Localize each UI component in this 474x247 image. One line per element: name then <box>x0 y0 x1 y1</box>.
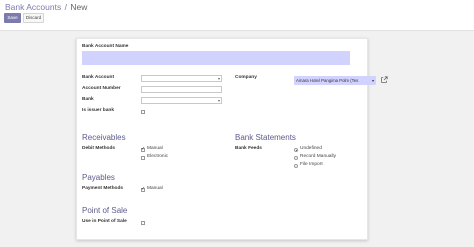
breadcrumb-separator: / <box>64 2 67 12</box>
receivables-title: Receivables <box>82 133 126 142</box>
bank-account-name-label: Bank Account Name <box>82 44 129 49</box>
bank-account-name-input[interactable] <box>82 51 350 65</box>
bank-feed-file-import-radio[interactable] <box>294 164 298 168</box>
payment-method-manual-label: Manual <box>147 186 163 191</box>
header-divider <box>0 30 474 31</box>
bank-statements-title: Bank Statements <box>235 133 296 142</box>
is-issuer-bank-checkbox[interactable] <box>141 110 145 114</box>
debit-method-electronic-checkbox[interactable] <box>141 156 145 160</box>
chevron-down-icon: ▾ <box>371 78 374 83</box>
debit-method-manual-label: Manual <box>147 146 163 151</box>
bank-feed-record-manually-label: Record Manually <box>300 154 336 159</box>
bank-label: Bank <box>82 97 94 102</box>
bank-select[interactable]: ▾ <box>141 97 222 104</box>
account-label: Bank Account <box>82 75 115 80</box>
bank-feed-file-import-label: File Import <box>300 162 323 167</box>
payment-method-manual-checkbox[interactable] <box>141 186 145 192</box>
chevron-down-icon: ▾ <box>217 76 220 81</box>
account-number-label: Account Number <box>82 86 121 91</box>
bank-feed-record-manually-radio[interactable] <box>294 156 298 160</box>
debit-method-manual-checkbox[interactable] <box>141 146 145 152</box>
bank-feed-undefined-radio[interactable] <box>294 148 298 152</box>
external-link-icon[interactable] <box>380 76 388 84</box>
bank-feed-undefined-label: Undefined <box>300 146 322 151</box>
debit-method-electronic-label: Electronic <box>147 154 169 159</box>
point-of-sale-title: Point of Sale <box>82 206 128 215</box>
breadcrumb-current: New <box>70 2 88 12</box>
company-value: Amara Hotel Pangima Polm (Tes <box>296 78 359 83</box>
chevron-down-icon: ▾ <box>217 98 220 103</box>
breadcrumb: Bank Accounts / New <box>5 2 87 12</box>
use-in-pos-checkbox[interactable] <box>141 221 145 225</box>
is-issuer-bank-label: Is issuer bank <box>82 108 114 113</box>
account-number-input[interactable] <box>141 86 222 93</box>
bank-feeds-label: Bank Feeds <box>235 146 262 151</box>
company-select[interactable]: Amara Hotel Pangima Polm (Tes ▾ <box>294 76 376 85</box>
payables-title: Payables <box>82 173 115 182</box>
company-label: Company <box>235 75 257 80</box>
use-in-pos-label: Use in Point of Sale <box>82 219 127 224</box>
payment-methods-label: Payment Methods <box>82 186 124 191</box>
account-select[interactable]: ▾ <box>141 75 222 82</box>
debit-methods-label: Debit Methods <box>82 146 116 151</box>
save-button[interactable]: Save <box>4 13 21 23</box>
discard-button[interactable]: Discard <box>23 13 44 23</box>
control-panel: Bank Accounts / New Save Discard <box>0 0 474 30</box>
breadcrumb-parent-link[interactable]: Bank Accounts <box>5 2 61 12</box>
